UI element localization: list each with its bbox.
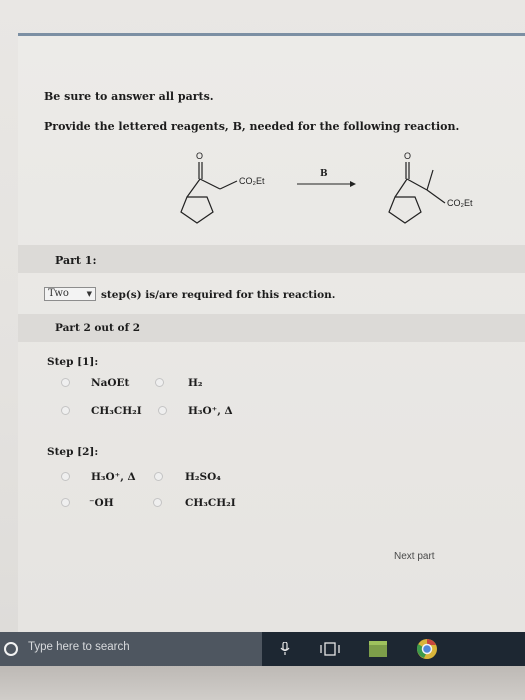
intro-text: Be sure to answer all parts. [44,90,214,103]
step1-radio-ch3ch2i[interactable] [61,406,70,415]
step2-option-ch3ch2i: CH₃CH₂I [185,497,236,509]
product-carbonyl-o: O [404,151,411,161]
step2-radio-hydroxide[interactable] [61,498,70,507]
search-placeholder: Type here to search [28,641,130,653]
part2-label: Part 2 out of 2 [55,322,141,334]
product-co2et-label: CO₂Et [447,198,473,208]
step2-label: Step [2]: [47,446,99,458]
product-molecule [388,162,446,224]
step2-radio-h3o-heat[interactable] [61,472,70,481]
taskbar-search-box[interactable]: Type here to search [0,632,262,666]
step2-radio-ch3ch2i[interactable] [153,498,162,507]
taskbar: Type here to search [0,632,525,666]
reactant-co2et-label: CO₂Et [239,176,265,186]
steps-count-suffix: step(s) is/are required for this reactio… [101,289,336,301]
microphone-icon[interactable] [280,642,290,656]
dropdown-arrow-icon: ▼ [86,290,92,298]
steps-count-select[interactable]: Two ▼ [44,287,96,301]
next-part-button[interactable]: Next part [394,551,435,562]
part1-label: Part 1: [55,254,97,267]
chrome-icon[interactable] [416,638,438,660]
question-text: Provide the lettered reagents, B, needed… [44,120,460,133]
reactant-molecule [180,162,238,224]
store-icon[interactable] [369,641,387,657]
step1-option-h3o-heat: H₃O⁺, Δ [188,405,233,417]
task-view-icon[interactable] [320,642,340,656]
step1-option-ch3ch2i: CH₃CH₂I [91,405,142,417]
step1-option-h2: H₂ [188,377,203,389]
reagent-b-label: B [320,169,328,179]
step2-option-h3o-heat: H₃O⁺, Δ [91,471,136,483]
reaction-arrow-head [350,181,356,187]
step2-option-hydroxide: ⁻OH [89,497,114,509]
step1-radio-naoet[interactable] [61,378,70,387]
monitor-bezel [0,666,525,700]
step1-radio-h3o-heat[interactable] [158,406,167,415]
step1-radio-h2[interactable] [155,378,164,387]
steps-count-value: Two [48,288,69,299]
step1-option-naoet: NaOEt [91,377,130,389]
step1-label: Step [1]: [47,356,99,368]
monitor-screen: Be sure to answer all parts. Provide the… [0,0,525,632]
reaction-scheme: O CO₂Et B O CO₂Et [180,151,473,224]
cortana-icon [4,642,18,656]
step2-option-h2so4: H₂SO₄ [185,471,221,483]
reactant-carbonyl-o: O [196,151,203,161]
step2-radio-h2so4[interactable] [154,472,163,481]
